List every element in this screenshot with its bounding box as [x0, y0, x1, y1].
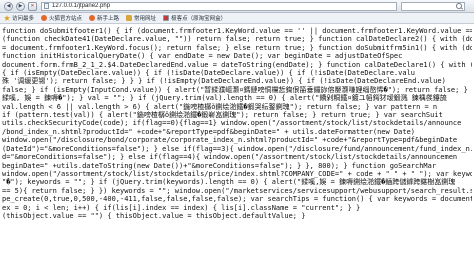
bookmark-item[interactable]: 访问最多 — [4, 14, 34, 22]
star-icon — [4, 15, 10, 21]
bookmark-label: 访问最多 — [12, 16, 35, 22]
code-line: "�"); keywords = ""; } if (jQuery.trim(k… — [2, 178, 456, 187]
navigation-toolbar: ◀ ▶ ✕ 127.0.0.1/jtpane2.php — [0, 0, 474, 13]
back-arrow-icon: ◀ — [6, 2, 11, 9]
stop-button[interactable]: ✕ — [28, 1, 37, 11]
code-line: false; } if (isEmpty(InputCond.value)) {… — [2, 85, 472, 94]
page-icon — [44, 3, 49, 9]
bookmark-item[interactable]: 火狐官方站点 — [41, 14, 82, 22]
bookmark-label: 火狐官方站点 — [49, 16, 83, 22]
bookmark-item[interactable]: 极客点（原淘宝网盒） — [163, 14, 226, 22]
code-line: { if (isEmpty(DateDeclare.value)) { if (… — [2, 69, 416, 78]
bookmark-item[interactable]: 常用网址 — [126, 14, 156, 22]
code-line: ex = 0; i < len; i++) { if(lis[i].index … — [2, 203, 361, 212]
code-line: window.open("/assortment/stock/list/stoc… — [2, 169, 472, 178]
code-line: function initHistoricalQueryDate() { var… — [2, 52, 403, 61]
bookmark-label: 极客点（原淘宝网盒） — [171, 16, 227, 22]
page-icon — [163, 15, 170, 21]
browser-window: ◀ ▶ ✕ 127.0.0.1/jtpane2.php 访问最多 火狐官方站点 新手… — [0, 0, 474, 266]
firefox-icon — [41, 15, 48, 21]
address-bar[interactable]: 127.0.0.1/jtpane2.php — [41, 1, 397, 11]
code-line: if (pattern.test(val)) { alert("鍦嗙楂樼ǒ鍘绘湁… — [2, 111, 443, 120]
firefox-icon — [89, 15, 96, 21]
code-line: /bond_index_n.shtml?productId=" +code+"&… — [2, 127, 416, 136]
code-line: (DateId")="&moreConditions=false"); } el… — [2, 144, 472, 153]
forward-arrow-icon: ▶ — [18, 2, 23, 9]
bookmark-label: 新手上路 — [97, 16, 120, 22]
code-line: utils.checkSecurityCode(code); if(flag==… — [2, 119, 462, 128]
code-line: = document.frmfooter1.KeyWord.focus(); r… — [2, 43, 472, 52]
code-line: (thisObject.value == "") { thisObject.va… — [2, 211, 306, 220]
code-line: document.form.frmB_2_1_2.$4.DateDeclared… — [2, 60, 472, 69]
bookmark-item[interactable]: 新手上路 — [89, 14, 119, 22]
back-button[interactable]: ◀ — [4, 1, 13, 11]
search-icon[interactable] — [456, 3, 462, 9]
code-line: function doSubmitfooter1() { if (documen… — [2, 27, 472, 35]
address-text: 127.0.0.1/jtpane2.php — [52, 3, 111, 9]
code-line: (function checkDate41(DateDeclare.value,… — [2, 35, 472, 44]
code-line: d="&moreConditions=false"); } else if(fl… — [2, 153, 458, 162]
code-line: 鍒嗘, 娛 = 鍊嗕�"); } val = ""; } if (jQuery.… — [2, 94, 447, 103]
code-line: pe_create(0,true,0,500,-400,-411,false,f… — [2, 195, 472, 204]
bookmark-label: 常用网址 — [134, 16, 157, 22]
page-source-text: function doSubmitfooter1() { if (documen… — [0, 24, 474, 260]
stop-icon: ✕ — [30, 2, 35, 9]
code-line: beginDate=" +utils.dateToString(new Date… — [2, 161, 437, 170]
code-line: == 5){ return false; } }) keywords = "";… — [2, 186, 472, 195]
forward-button[interactable]: ▶ — [16, 1, 25, 11]
code-line: 殊 '调缓更锡'); return false; } } } if (!isEm… — [2, 77, 446, 86]
bookmarks-bar: 访问最多 火狐官方站点 新手上路 常用网址 极客点（原淘宝网盒） — [0, 13, 474, 24]
search-field[interactable] — [401, 1, 465, 11]
folder-icon — [126, 15, 133, 21]
code-line: val.length < 6 || val.length > 6) { aler… — [2, 102, 438, 111]
code-line: window.open("/disclosure/bond/corporate/… — [2, 136, 458, 145]
